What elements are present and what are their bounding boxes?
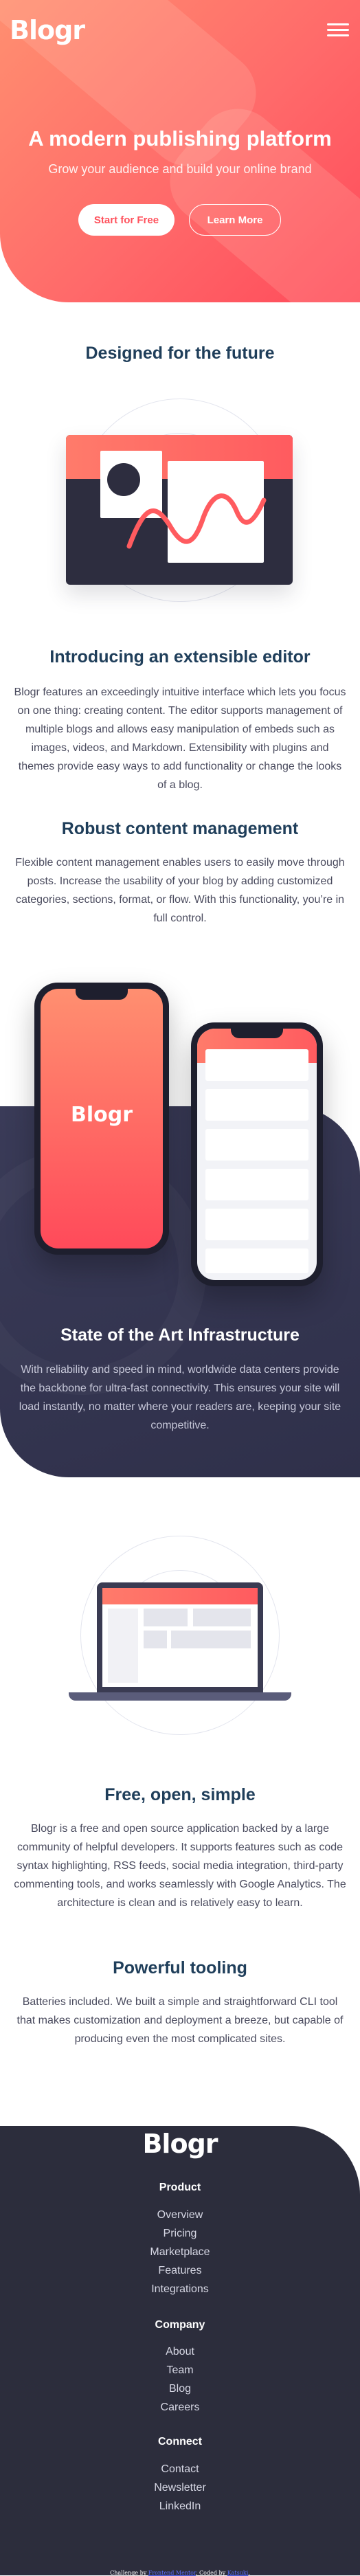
footer-link-linkedin[interactable]: LinkedIn <box>0 2500 360 2513</box>
laptop-base <box>69 1692 291 1701</box>
phone-logo: Blogr <box>70 1103 133 1127</box>
laptop-block <box>193 1609 251 1626</box>
hamburger-menu-icon[interactable] <box>327 23 349 37</box>
section-title-infrastructure: State of the Art Infrastructure <box>60 1325 300 1345</box>
phone-screen <box>197 1029 317 1280</box>
list-item <box>205 1049 308 1081</box>
footer-heading-product: Product <box>159 2182 201 2193</box>
phone-screen: Blogr <box>41 989 163 1248</box>
section-title-tooling: Powerful tooling <box>113 1958 247 1978</box>
phone-notch <box>76 989 128 1000</box>
laptop-display <box>102 1588 258 1687</box>
hero-section <box>0 0 360 302</box>
list-item <box>205 1248 308 1273</box>
footer-link-blog[interactable]: Blog <box>0 2383 360 2395</box>
list-item <box>205 1169 308 1200</box>
section-title-free: Free, open, simple <box>104 1785 256 1804</box>
laptop-sidebar <box>108 1609 138 1683</box>
laptop-block <box>144 1631 167 1648</box>
squiggle-line-icon <box>126 493 267 549</box>
section-body-free: Blogr is a free and open source applicat… <box>14 1823 346 1909</box>
footer-heading-company: Company <box>155 2319 205 2331</box>
footer-link-marketplace[interactable]: Marketplace <box>0 2246 360 2259</box>
learn-more-button[interactable]: Learn More <box>189 204 281 236</box>
footer-link-integrations[interactable]: Integrations <box>0 2283 360 2296</box>
phone-mockup-large: Blogr <box>34 983 169 1255</box>
list-item <box>205 1089 308 1121</box>
footer-link-overview[interactable]: Overview <box>0 2209 360 2221</box>
footer-link-features[interactable]: Features <box>0 2265 360 2277</box>
laptop-block <box>171 1631 251 1648</box>
section-body-extensible: Blogr features an exceedingly intuitive … <box>14 686 346 791</box>
footer-link-team[interactable]: Team <box>0 2364 360 2377</box>
hero-subtitle: Grow your audience and build your online… <box>48 162 312 176</box>
footer-link-pricing[interactable]: Pricing <box>0 2228 360 2240</box>
section-title-extensible: Introducing an extensible editor <box>49 647 311 667</box>
editor-illustration <box>66 435 293 585</box>
list-item <box>205 1209 308 1240</box>
hero-title: A modern publishing platform <box>28 126 332 150</box>
footer-link-careers[interactable]: Careers <box>0 2401 360 2414</box>
section-body-tooling: Batteries included. We built a simple an… <box>16 1996 344 2045</box>
laptop-header-bar <box>102 1588 258 1604</box>
footer-link-contact[interactable]: Contact <box>0 2463 360 2476</box>
footer-logo[interactable]: Blogr <box>0 2129 360 2159</box>
laptop-illustration <box>97 1582 263 1692</box>
section-body-infrastructure: With reliability and speed in mind, worl… <box>19 1364 341 1431</box>
section-title-robust: Robust content management <box>61 819 299 838</box>
footer-heading-connect: Connect <box>158 2436 202 2448</box>
laptop-block <box>144 1609 188 1626</box>
list-item <box>205 1129 308 1161</box>
footer-link-newsletter[interactable]: Newsletter <box>0 2482 360 2494</box>
section-body-robust: Flexible content management enables user… <box>15 857 345 924</box>
start-for-free-button[interactable]: Start for Free <box>78 204 175 236</box>
phone-mockup-small <box>191 1022 323 1286</box>
section-title-future: Designed for the future <box>85 344 275 363</box>
phone-notch <box>231 1029 283 1038</box>
footer-link-about[interactable]: About <box>0 2346 360 2358</box>
site-logo[interactable]: Blogr <box>10 15 85 45</box>
